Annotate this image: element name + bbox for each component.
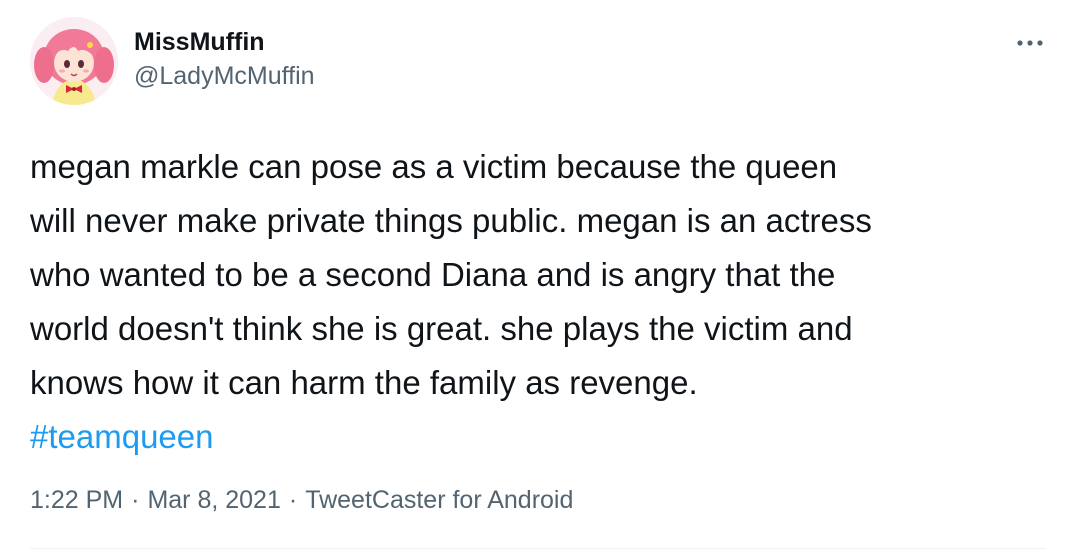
hashtag-link[interactable]: #teamqueen [30, 418, 213, 455]
tweet-date-link[interactable]: Mar 8, 2021 [147, 486, 280, 514]
tweet-time-link[interactable]: 1:22 PM [30, 486, 123, 514]
author-display-name[interactable]: MissMuffin [134, 28, 265, 57]
tweet-card: MissMuffin @LadyMcMuffin megan markle ca… [0, 0, 1076, 554]
tweet-source-link[interactable]: TweetCaster for Android [305, 486, 573, 514]
tweet-body: megan markle can pose as a victim becaus… [30, 140, 1060, 464]
more-dots-icon [1017, 40, 1043, 46]
divider [30, 548, 1046, 549]
author-handle[interactable]: @LadyMcMuffin [134, 62, 315, 91]
meta-separator: · [131, 486, 140, 514]
anime-girl-avatar-icon [30, 17, 118, 105]
tweet-metadata: 1:22 PM · Mar 8, 2021 · TweetCaster for Andr… [30, 486, 573, 515]
more-options-button[interactable] [1010, 28, 1050, 58]
meta-separator: · [288, 486, 298, 514]
tweet-text: megan markle can pose as a victim becaus… [30, 148, 872, 401]
avatar[interactable] [30, 17, 118, 105]
